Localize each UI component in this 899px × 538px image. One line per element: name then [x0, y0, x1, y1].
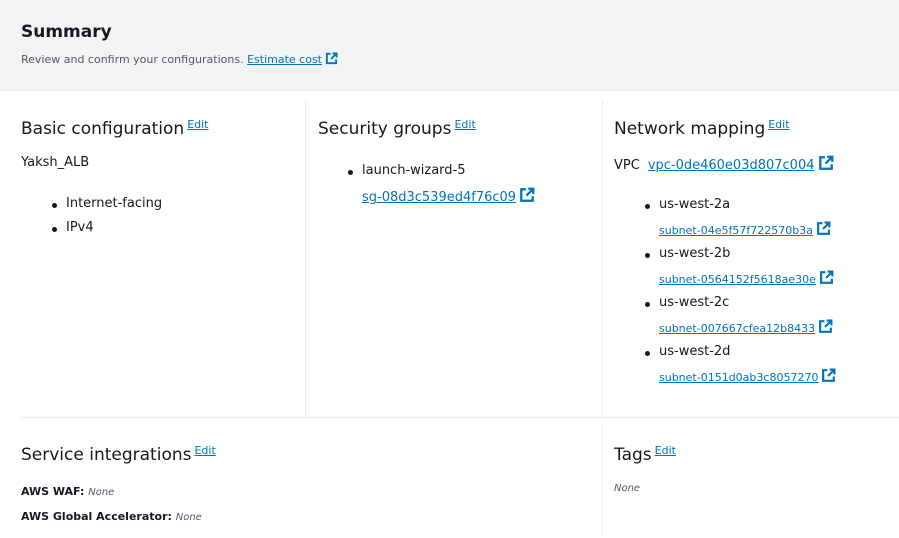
- network-mapping-title-text: Network mapping: [614, 119, 766, 139]
- external-link-icon[interactable]: [816, 221, 831, 236]
- aws-waf-row: AWS WAF: None: [21, 485, 114, 498]
- subnet-link[interactable]: subnet-0564152f5618ae30e: [659, 273, 816, 286]
- aws-global-accelerator-label: AWS Global Accelerator:: [21, 510, 172, 523]
- security-group-entry: sg-08d3c539ed4f76c09: [362, 187, 535, 205]
- availability-zone: us-west-2d: [644, 344, 731, 359]
- availability-zone: us-west-2b: [644, 246, 731, 261]
- divider: [305, 100, 306, 416]
- summary-header: Summary Review and confirm your configur…: [0, 0, 899, 91]
- external-link-icon[interactable]: [818, 155, 834, 171]
- tags-title-text: Tags: [614, 445, 652, 465]
- aws-waf-label: AWS WAF:: [21, 485, 85, 498]
- basic-config-title-text: Basic configuration: [21, 119, 185, 139]
- list-item: Internet-facing: [51, 196, 163, 211]
- subnet-row: subnet-007667cfea12b8433: [659, 319, 833, 335]
- network-mapping-title: Network mapping Edit: [614, 118, 790, 139]
- load-balancer-name: Yaksh_ALB: [21, 155, 90, 170]
- vpc-link[interactable]: vpc-0de460e03d807c004: [648, 158, 815, 173]
- external-link-icon[interactable]: [325, 52, 338, 65]
- estimate-cost-link[interactable]: Estimate cost: [247, 53, 322, 66]
- service-integrations-title-text: Service integrations: [21, 445, 192, 465]
- tags-value: None: [614, 483, 641, 494]
- availability-zone: us-west-2a: [644, 197, 731, 212]
- external-link-icon[interactable]: [818, 319, 833, 334]
- security-group-link[interactable]: sg-08d3c539ed4f76c09: [362, 190, 516, 205]
- external-link-icon[interactable]: [519, 187, 535, 203]
- divider: [602, 426, 603, 536]
- vpc-row: VPC vpc-0de460e03d807c004: [614, 155, 834, 173]
- basic-config-edit-link[interactable]: Edit: [187, 118, 208, 131]
- aws-waf-value: None: [88, 487, 115, 498]
- subnet-row: subnet-0151d0ab3c8057270: [659, 368, 836, 384]
- subnet-link[interactable]: subnet-0151d0ab3c8057270: [659, 371, 818, 384]
- aws-global-accelerator-value: None: [175, 512, 202, 523]
- subnet-link[interactable]: subnet-007667cfea12b8433: [659, 322, 815, 335]
- security-group-name: launch-wizard-5: [348, 163, 466, 178]
- subnet-row: subnet-0564152f5618ae30e: [659, 270, 834, 286]
- security-groups-title-text: Security groups: [318, 119, 452, 139]
- network-mapping-edit-link[interactable]: Edit: [768, 118, 789, 131]
- service-integrations-edit-link[interactable]: Edit: [194, 444, 215, 457]
- aws-global-accelerator-row: AWS Global Accelerator: None: [21, 510, 202, 523]
- list-item: IPv4: [52, 220, 94, 235]
- page-title: Summary: [21, 22, 112, 42]
- service-integrations-title: Service integrations Edit: [21, 444, 216, 465]
- vpc-label: VPC: [614, 158, 640, 173]
- security-groups-title: Security groups Edit: [318, 118, 476, 139]
- summary-subtitle: Review and confirm your configurations. …: [21, 52, 338, 66]
- subnet-row: subnet-04e5f57f722570b3a: [659, 221, 831, 237]
- external-link-icon[interactable]: [819, 270, 834, 285]
- summary-subtitle-text: Review and confirm your configurations.: [21, 53, 244, 66]
- basic-config-title: Basic configuration Edit: [21, 118, 209, 139]
- availability-zone: us-west-2c: [644, 295, 730, 310]
- estimate-cost-label: Estimate cost: [247, 53, 322, 66]
- tags-edit-link[interactable]: Edit: [655, 444, 676, 457]
- security-groups-edit-link[interactable]: Edit: [454, 118, 475, 131]
- subnet-link[interactable]: subnet-04e5f57f722570b3a: [659, 224, 813, 237]
- external-link-icon[interactable]: [821, 368, 836, 383]
- divider: [20, 417, 899, 418]
- divider: [602, 100, 603, 416]
- tags-title: Tags Edit: [614, 444, 676, 465]
